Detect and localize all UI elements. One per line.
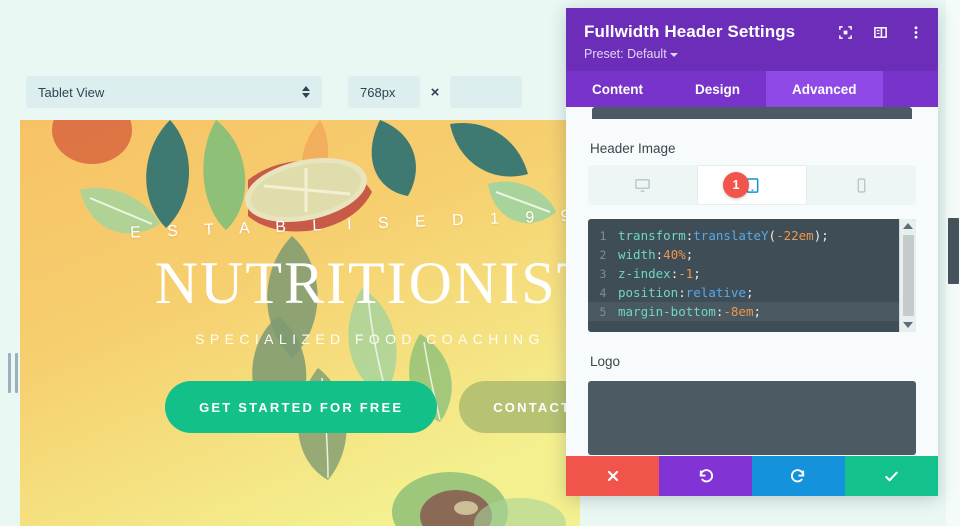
code-line-number: 5 — [599, 304, 607, 319]
scroll-down-arrow-icon[interactable] — [903, 318, 913, 332]
code-line: 3 z-index: -1; — [588, 264, 916, 283]
code-token: ; — [821, 228, 829, 243]
get-started-button[interactable]: GET STARTED FOR FREE — [165, 381, 438, 433]
code-token: relative — [685, 285, 746, 300]
code-token: : — [685, 228, 694, 243]
code-token: margin-bottom — [618, 304, 716, 319]
hero-content: E S T A B L I S E D 1 9 9 NUTRITIONIST S… — [20, 120, 580, 526]
scroll-up-arrow-icon[interactable] — [903, 219, 913, 233]
code-token: ; — [693, 266, 701, 281]
chevron-updown-icon — [302, 86, 310, 98]
close-icon — [607, 470, 618, 482]
logo-label: Logo — [590, 354, 621, 369]
code-token: -22em — [776, 228, 814, 243]
code-line-number: 1 — [599, 228, 607, 243]
code-lines: 1 transform: translateY(-22em); 2 width:40%;… — [588, 219, 916, 332]
device-tab-tablet[interactable]: 1 — [696, 165, 808, 205]
hero-preview: E S T A B L I S E D 1 9 9 NUTRITIONIST S… — [20, 120, 580, 526]
view-mode-label: Tablet View — [38, 84, 105, 100]
handle-bar — [15, 353, 18, 393]
code-line: 4 position: relative; — [588, 283, 916, 302]
code-token: -1 — [678, 266, 694, 281]
hero-subtitle: SPECIALIZED FOOD COACHING — [195, 331, 545, 347]
hero-title: NUTRITIONIST — [154, 250, 580, 316]
code-token: transform — [618, 228, 686, 243]
code-token: width — [618, 247, 656, 262]
tab-design[interactable]: Design — [669, 71, 766, 107]
editor-scrollbar[interactable] — [899, 219, 916, 332]
code-token: ) — [813, 228, 822, 243]
tab-filler — [883, 71, 938, 107]
tab-content[interactable]: Content — [566, 71, 669, 107]
previous-code-editor-cutoff[interactable] — [592, 107, 912, 119]
logo-code-editor[interactable] — [588, 381, 916, 455]
more-vertical-icon[interactable] — [907, 24, 924, 41]
handle-bar — [8, 353, 11, 393]
modal-header-icons — [837, 24, 924, 41]
undo-icon — [699, 468, 714, 482]
code-token: : — [670, 266, 679, 281]
modal-action-bar — [566, 456, 938, 496]
chevron-down-icon — [669, 52, 678, 57]
phone-icon — [857, 177, 866, 193]
code-token: z-index — [618, 266, 671, 281]
save-button[interactable] — [845, 456, 938, 496]
app-root: Tablet View 768px × E S T A B L I S E D … — [0, 0, 960, 526]
code-token: ; — [745, 285, 754, 300]
responsive-toolbar: Tablet View 768px × — [0, 72, 566, 112]
left-resize-handle[interactable] — [6, 352, 20, 394]
expand-icon[interactable] — [837, 24, 854, 41]
header-image-label: Header Image — [590, 141, 676, 156]
code-token: : — [678, 285, 686, 300]
editor-scrollbar-thumb[interactable] — [902, 235, 914, 316]
dimension-separator: × — [430, 83, 440, 101]
width-value: 768px — [360, 84, 396, 100]
tab-advanced[interactable]: Advanced — [766, 71, 883, 107]
code-token: position — [618, 285, 679, 300]
device-tab-phone[interactable] — [807, 165, 916, 205]
width-input[interactable]: 768px — [348, 76, 420, 108]
hero-cta-group: GET STARTED FOR FREE CONTACT ME — [165, 381, 580, 433]
modal-header: Fullwidth Header Settings Preset: Defaul… — [566, 8, 938, 71]
redo-icon — [790, 468, 805, 482]
code-token: : — [715, 304, 724, 319]
code-line-number: 4 — [599, 285, 607, 300]
device-tab-group: 1 — [588, 165, 916, 205]
code-line-number: 2 — [599, 247, 607, 262]
device-tab-desktop[interactable] — [588, 165, 697, 205]
code-token: ; — [685, 247, 694, 262]
redo-button[interactable] — [752, 456, 845, 496]
device-badge-count: 1 — [723, 172, 749, 198]
custom-css-editor[interactable]: 1 transform: translateY(-22em); 2 width:40%;… — [588, 219, 916, 332]
code-token: ( — [768, 228, 777, 243]
code-token: -8em — [723, 304, 754, 319]
settings-modal: Fullwidth Header Settings Preset: Defaul… — [566, 8, 938, 496]
modal-body: Header Image 1 1 transform: translateY … — [566, 107, 938, 456]
code-line: 5 margin-bottom: -8em; — [588, 302, 916, 321]
code-token: translateY — [693, 228, 769, 243]
contact-me-button[interactable]: CONTACT ME — [459, 381, 580, 433]
page-scrollbar-thumb[interactable] — [948, 218, 959, 284]
hero-established: E S T A B L I S E D 1 9 9 — [129, 207, 580, 242]
cancel-button[interactable] — [566, 456, 659, 496]
code-line: 2 width:40%; — [588, 245, 916, 264]
undo-button[interactable] — [659, 456, 752, 496]
code-line: 1 transform: translateY(-22em); — [588, 226, 916, 245]
preset-label: Preset: Default — [584, 47, 667, 61]
check-icon — [885, 471, 898, 481]
view-mode-select[interactable]: Tablet View — [26, 76, 322, 108]
code-token: 40% — [663, 247, 686, 262]
code-line-number: 3 — [599, 266, 607, 281]
preset-selector[interactable]: Preset: Default — [584, 47, 920, 61]
code-token: : — [655, 247, 664, 262]
modal-tabs: Content Design Advanced — [566, 71, 938, 107]
desktop-icon — [635, 178, 650, 192]
height-input[interactable] — [450, 76, 522, 108]
layout-split-icon[interactable] — [872, 24, 889, 41]
code-token: ; — [753, 304, 762, 319]
